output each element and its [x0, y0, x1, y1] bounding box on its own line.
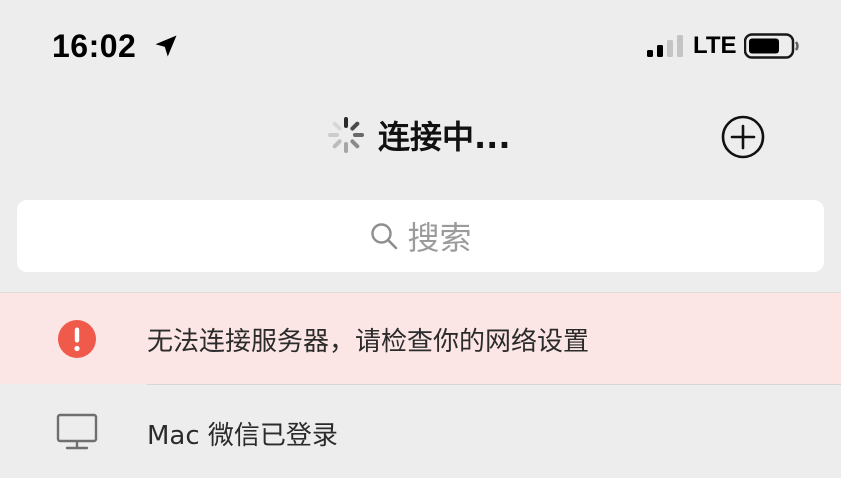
network-type: LTE — [693, 32, 737, 59]
status-bar: 16:02 LTE — [0, 0, 841, 90]
search-icon — [371, 223, 398, 250]
search-placeholder: 搜索 — [407, 219, 472, 257]
connection-error-banner[interactable]: 无法连接服务器，请检查你的网络设置 — [0, 293, 841, 384]
monitor-icon — [56, 413, 98, 450]
loading-spinner-icon — [328, 117, 364, 153]
nav-title: 连接中... — [378, 118, 511, 156]
mac-login-row[interactable]: Mac 微信已登录 — [0, 385, 841, 478]
connection-error-message: 无法连接服务器，请检查你的网络设置 — [147, 327, 590, 357]
cellular-signal-icon — [647, 35, 683, 57]
exclamation-circle-icon — [58, 320, 96, 358]
nav-title-group: 连接中... — [326, 112, 510, 158]
search-inner: 搜索 — [17, 200, 824, 272]
battery-icon — [744, 33, 799, 59]
mac-login-label: Mac 微信已登录 — [147, 421, 338, 451]
search-bar[interactable]: 搜索 — [17, 200, 824, 272]
nav-bar: 连接中... — [0, 90, 841, 190]
status-time: 16:02 — [52, 28, 137, 64]
location-arrow-icon — [155, 35, 177, 57]
plus-circle-icon[interactable] — [720, 114, 766, 160]
